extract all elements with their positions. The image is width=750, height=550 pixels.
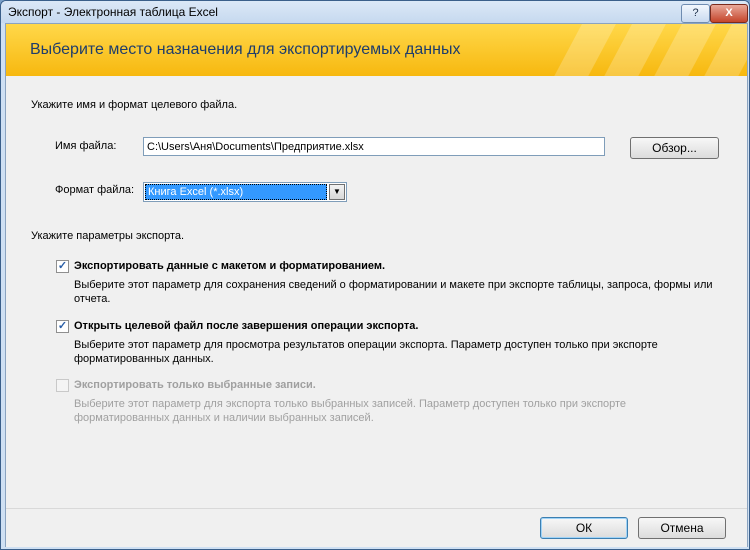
option-format-checkbox[interactable]: ✓ [56,260,69,273]
chevron-down-icon[interactable]: ▼ [329,184,345,200]
file-section-heading: Укажите имя и формат целевого файла. [31,99,238,111]
help-button[interactable]: ? [681,4,710,23]
banner-title: Выберите место назначения для экспортиру… [30,41,461,58]
dialog-body: Выберите место назначения для экспортиру… [5,23,748,547]
option-open-file-label[interactable]: Открыть целевой файл после завершения оп… [74,320,418,332]
file-name-input[interactable]: C:\Users\Аня\Documents\Предприятие.xlsx [143,137,605,156]
title-bar[interactable]: Экспорт - Электронная таблица Excel ? X [1,1,749,23]
option-open-file-checkbox[interactable]: ✓ [56,320,69,333]
file-name-label: Имя файла: [55,140,117,152]
format-selected-value: Книга Excel (*.xlsx) [145,184,327,200]
option-open-file-description: Выберите этот параметр для просмотра рез… [74,339,658,365]
option-selected-records-checkbox[interactable] [56,379,69,392]
format-label: Формат файла: [55,184,135,196]
cancel-button[interactable]: Отмена [638,517,726,539]
ok-button[interactable]: ОК [540,517,628,539]
option-selected-records-description: Выберите этот параметр для экспорта толь… [74,398,627,424]
window-title: Экспорт - Электронная таблица Excel [8,5,218,19]
option-format-description: Выберите этот параметр для сохранения св… [74,279,713,305]
option-selected-records-label[interactable]: Экспортировать только выбранные записи. [74,379,316,391]
export-dialog: Экспорт - Электронная таблица Excel ? X … [0,0,750,550]
options-heading: Укажите параметры экспорта. [31,230,185,242]
button-bar: ОК Отмена [6,508,747,547]
browse-button[interactable]: Обзор... [630,137,719,159]
header-banner: Выберите место назначения для экспортиру… [6,24,747,76]
format-select[interactable]: Книга Excel (*.xlsx) ▼ [143,182,347,202]
option-format-label[interactable]: Экспортировать данные с макетом и формат… [74,260,385,272]
close-button[interactable]: X [710,4,748,23]
